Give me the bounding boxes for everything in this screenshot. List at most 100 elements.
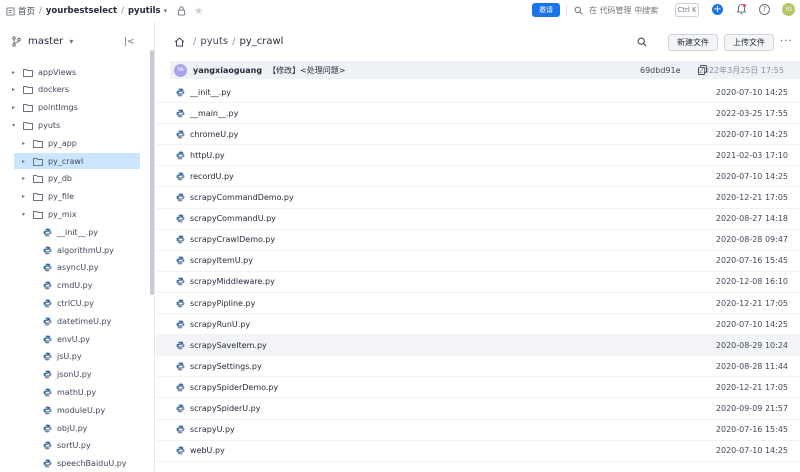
tree-folder[interactable]: ▸ py_crawl [14,153,140,169]
file-row[interactable]: scrapyCommandU.py 2020-08-27 14:18 [156,209,800,230]
tree-file[interactable]: datetimeU.py [0,313,150,329]
file-row[interactable]: scrapyU.py 2020-07-16 15:45 [156,420,800,441]
chevron-right-icon[interactable]: ▸ [22,140,30,147]
chevron-right-icon[interactable]: ▸ [12,104,20,111]
tree-file[interactable]: __init__.py [0,224,150,240]
file-row[interactable]: __init__.py 2020-07-10 14:25 [156,82,800,103]
breadcrumb-repo[interactable]: pyutils [128,6,161,16]
commit-author[interactable]: yangxiaoguang [193,66,262,75]
create-button[interactable]: + [712,4,723,15]
file-row[interactable]: scrapyCommandDemo.py 2020-12-21 17:05 [156,188,800,209]
file-name[interactable]: __init__.py [190,88,231,97]
tree-file[interactable]: speechBaiduU.py [0,456,150,472]
file-name[interactable]: httpU.py [190,151,225,160]
file-name[interactable]: scrapyPipline.py [190,299,255,308]
tree-folder[interactable]: ▾ py_mix [0,206,150,222]
tree-folder[interactable]: ▸ py_db [0,171,150,187]
python-file-icon [43,299,52,308]
tree-folder[interactable]: ▸ dockers [0,82,150,98]
file-row[interactable]: scrapySaveItem.py 2020-08-29 10:24 [156,335,800,357]
search-icon[interactable] [637,37,647,47]
sidebar-scrollbar[interactable] [150,50,154,295]
tree-item-label: datetimeU.py [57,316,112,326]
file-row[interactable]: chromeU.py 2020-07-10 14:25 [156,124,800,146]
chevron-right-icon[interactable]: ▸ [22,158,30,165]
python-file-icon [176,193,185,202]
tree-file[interactable]: sortU.py [0,438,150,454]
file-name[interactable]: scrapySpiderU.py [190,404,260,413]
file-name[interactable]: recordU.py [190,172,234,181]
upload-file-button[interactable]: 上传文件 [724,34,774,51]
invite-button[interactable]: 邀请 [532,3,560,17]
path-segment[interactable]: pyuts [200,36,228,47]
home-icon[interactable] [174,36,185,47]
commit-message[interactable]: 【修改】<处理问题> [268,65,345,76]
tree-file[interactable]: envU.py [0,331,150,347]
chevron-right-icon[interactable]: ▸ [22,175,30,182]
tree-folder[interactable]: ▸ py_app [0,135,150,151]
file-name[interactable]: scrapySettings.py [190,362,262,371]
file-row[interactable]: scrapyItemU.py 2020-07-16 15:45 [156,251,800,272]
branch-selector[interactable]: master ▾ [12,36,73,47]
file-row[interactable]: recordU.py 2020-07-10 14:25 [156,166,800,188]
file-name[interactable]: scrapyItemU.py [190,256,253,265]
tree-file[interactable]: jsonU.py [0,367,150,383]
tree-file[interactable]: jsU.py [0,349,150,365]
commit-hash[interactable]: 69dbd91e [640,66,681,75]
file-name[interactable]: scrapyCrawlDemo.py [190,235,275,244]
tree-folder[interactable]: ▸ pointImgs [0,100,150,116]
chevron-down-icon: ▾ [69,37,74,46]
breadcrumb-owner[interactable]: yourbestselect [46,6,117,16]
tree-folder[interactable]: ▸ appViews [0,64,150,80]
file-name[interactable]: scrapyRunU.py [190,320,250,329]
tree-file[interactable]: mathU.py [0,384,150,400]
tree-file[interactable]: asyncU.py [0,260,150,276]
file-row[interactable]: scrapySpiderDemo.py 2020-12-21 17:05 [156,377,800,399]
new-file-button[interactable]: 新建文件 [668,34,718,51]
file-name[interactable]: chromeU.py [190,130,238,139]
file-name[interactable]: scrapyCommandDemo.py [190,193,294,202]
chevron-down-icon[interactable]: ▾ [12,122,20,129]
file-row[interactable]: scrapyCrawlDemo.py 2020-08-28 09:47 [156,230,800,251]
file-row[interactable]: webU.py 2020-07-10 14:25 [156,441,800,462]
chevron-right-icon[interactable]: ▸ [12,69,20,76]
collapse-sidebar-icon[interactable]: |< [124,37,135,47]
chevron-right-icon[interactable]: ▸ [12,86,20,93]
more-icon[interactable]: ··· [780,36,793,47]
file-row[interactable]: httpU.py 2021-02-03 17:10 [156,145,800,167]
chevron-down-icon[interactable]: ▾ [22,211,30,218]
avatar[interactable]: YO [782,3,795,16]
tree-file[interactable]: moduleU.py [0,402,150,418]
tree-file[interactable]: ctrlCU.py [0,295,150,311]
help-icon[interactable]: ? [759,4,770,15]
file-row[interactable]: scrapyMiddleware.py 2020-12-08 16:10 [156,272,800,293]
file-row[interactable]: scrapySettings.py 2020-08-28 11:44 [156,356,800,378]
file-row[interactable]: scrapyRunU.py 2020-07-10 14:25 [156,314,800,336]
file-name[interactable]: scrapyMiddleware.py [190,277,275,286]
file-row[interactable]: scrapyPipline.py 2020-12-21 17:05 [156,293,800,314]
tree-file[interactable]: algorithmU.py [0,242,150,258]
breadcrumb-home[interactable]: 首页 [18,5,35,17]
tree-folder[interactable]: ▸ py_file [0,189,150,205]
file-name[interactable]: scrapySaveItem.py [190,341,267,350]
tree-item-label: moduleU.py [57,405,106,415]
file-name[interactable]: webU.py [190,446,225,455]
search-input[interactable] [589,6,669,15]
repo-dropdown-icon[interactable]: ▾ [164,7,168,15]
file-name[interactable]: __main__.py [190,109,238,118]
tree-file[interactable]: cmdU.py [0,278,150,294]
chevron-right-icon[interactable]: ▸ [22,193,30,200]
star-icon[interactable]: ★ [194,6,203,17]
file-row[interactable]: scrapySpiderU.py 2020-09-09 21:57 [156,399,800,420]
tree-folder[interactable]: ▾ pyuts [0,117,150,133]
file-name[interactable]: scrapyU.py [190,425,235,434]
tree-file[interactable]: objU.py [0,420,150,436]
tree-item-label: asyncU.py [57,263,99,273]
bell-icon[interactable] [736,3,747,15]
file-name[interactable]: scrapyCommandU.py [190,214,276,223]
file-row[interactable]: __main__.py 2022-03-25 17:55 [156,103,800,125]
python-file-icon [176,172,185,181]
file-name[interactable]: scrapySpiderDemo.py [190,383,278,392]
tree-item-label: py_mix [48,209,77,219]
folder-icon [23,121,33,130]
